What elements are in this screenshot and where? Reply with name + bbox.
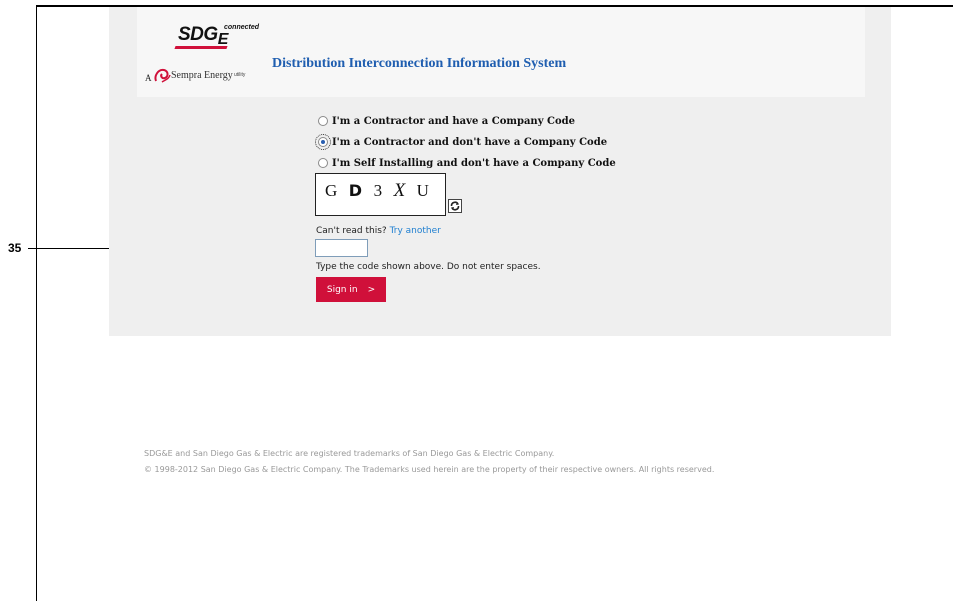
option-label: I'm Self Installing and don't have a Com… [332, 157, 616, 169]
sign-in-button[interactable]: Sign in > [316, 277, 386, 302]
logo-parent-suffix: utility [234, 72, 246, 78]
sempra-swirl-icon [154, 68, 171, 83]
footer-copyright: © 1998-2012 San Diego Gas & Electric Com… [144, 465, 715, 474]
logo-brand-text: SDG [178, 24, 218, 45]
logo-parent-name: Sempra Energy [171, 70, 233, 81]
captcha-char: U [416, 181, 430, 200]
captcha-char: G [325, 181, 339, 200]
option-self-installing[interactable]: I'm Self Installing and don't have a Com… [318, 155, 616, 171]
radio-contractor-without-code[interactable] [315, 134, 331, 150]
try-another-link[interactable]: Try another [390, 226, 441, 236]
option-contractor-without-code[interactable]: I'm a Contractor and don't have a Compan… [315, 134, 608, 150]
cant-read-label: Can't read this? [316, 226, 387, 236]
cant-read-text: Can't read this? Try another [316, 226, 441, 236]
captcha-image: G D 3 X U [315, 173, 446, 216]
logo-tagline: connected [224, 24, 260, 31]
captcha-char: 3 [373, 181, 384, 200]
frame-left-border [36, 5, 37, 601]
logo-parent-prefix: A [145, 73, 152, 83]
captcha-char: X [393, 180, 407, 201]
captcha-char: D [348, 181, 364, 200]
option-contractor-with-code[interactable]: I'm a Contractor and have a Company Code [318, 113, 575, 129]
footer-trademark: SDG&E and San Diego Gas & Electric are r… [144, 449, 555, 458]
radio-self-installing[interactable] [318, 158, 328, 168]
option-label: I'm a Contractor and have a Company Code [332, 115, 575, 127]
header-banner [137, 7, 865, 97]
option-label: I'm a Contractor and don't have a Compan… [332, 136, 608, 148]
captcha-text: G D 3 X U [325, 180, 430, 202]
page-title: Distribution Interconnection Information… [272, 56, 567, 71]
refresh-icon[interactable] [448, 199, 462, 213]
radio-contractor-with-code[interactable] [318, 116, 328, 126]
captcha-code-input[interactable] [315, 239, 368, 257]
callout-number: 35 [8, 241, 22, 255]
chevron-right-icon: > [367, 284, 376, 295]
captcha-hint: Type the code shown above. Do not enter … [316, 262, 541, 272]
sign-in-label: Sign in [326, 284, 358, 295]
logo-underline [174, 46, 228, 49]
